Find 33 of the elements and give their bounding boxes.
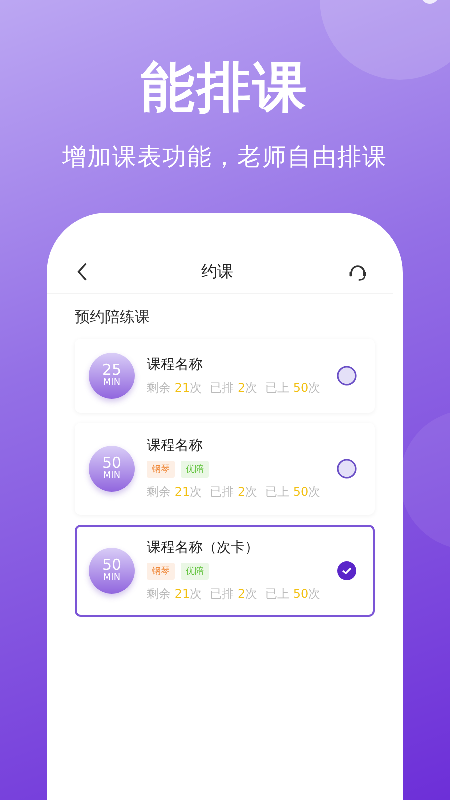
radio-icon[interactable]: [337, 459, 357, 479]
duration-minutes: 25: [102, 363, 122, 378]
usage-stat: 剩余 21次: [147, 586, 202, 603]
course-tag: 钢琴: [147, 563, 175, 580]
course-card[interactable]: 25 MIN 课程名称 剩余 21次 已排 2次 已上 50次: [75, 339, 375, 413]
checked-radio-icon[interactable]: [337, 561, 357, 581]
course-name: 课程名称: [147, 437, 204, 455]
usage-stat: 已排 2次: [210, 380, 258, 396]
page-title: 约课: [202, 262, 234, 282]
course-name: 课程名称（次卡）: [147, 539, 260, 557]
duration-minutes: 50: [102, 456, 122, 471]
course-card[interactable]: 50 MIN 课程名称（次卡） 钢琴 优陪 剩余 21次 已排 2次 已上 50次: [75, 525, 375, 617]
back-icon[interactable]: [77, 262, 88, 282]
headline: 能排课: [141, 55, 309, 121]
duration-unit: MIN: [103, 471, 121, 482]
usage-stat: 已排 2次: [210, 484, 258, 501]
duration-minutes: 50: [102, 558, 122, 573]
section-title: 预约陪练课: [75, 308, 151, 327]
course-name: 课程名称: [147, 356, 204, 374]
course-tag: 优陪: [181, 461, 209, 478]
usage-stat: 已上 50次: [266, 586, 321, 603]
usage-stat: 已上 50次: [266, 380, 321, 396]
usage-stat: 已排 2次: [210, 586, 258, 603]
usage-stat: 剩余 21次: [147, 380, 202, 396]
course-tag: 钢琴: [147, 461, 175, 478]
course-card[interactable]: 50 MIN 课程名称 钢琴 优陪 剩余 21次 已排 2次 已上 50次: [75, 423, 375, 515]
usage-stat: 已上 50次: [266, 484, 321, 501]
radio-icon[interactable]: [337, 366, 357, 386]
duration-unit: MIN: [103, 573, 121, 584]
duration-unit: MIN: [103, 378, 121, 389]
course-tag: 优陪: [181, 563, 209, 580]
usage-stat: 剩余 21次: [147, 484, 202, 501]
subtitle: 增加课表功能，老师自由排课: [62, 142, 388, 173]
